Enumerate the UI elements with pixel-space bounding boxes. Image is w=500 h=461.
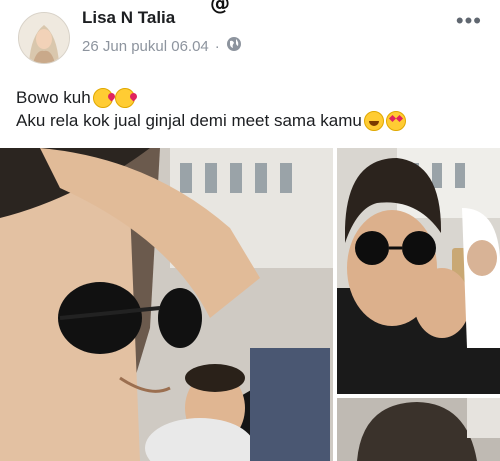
top-right-photo[interactable] bbox=[337, 148, 500, 394]
more-options-button[interactable]: ••• bbox=[456, 8, 482, 34]
kiss-emoji-icon bbox=[92, 87, 113, 108]
heart-eyes-emoji-icon bbox=[385, 110, 406, 131]
author-avatar[interactable] bbox=[18, 12, 70, 64]
post-text-line-2: Aku rela kok jual ginjal demi meet sama … bbox=[16, 109, 406, 132]
text-line-1: Bowo kuh bbox=[16, 88, 91, 107]
main-photo[interactable] bbox=[0, 148, 333, 461]
meta-separator: · bbox=[214, 37, 220, 55]
post-text: Bowo kuh Aku rela kok jual ginjal demi m… bbox=[16, 86, 406, 132]
author-name[interactable]: Lisa N Talia bbox=[82, 8, 175, 28]
post-meta: 26 Jun pukul 06.04 · bbox=[82, 36, 242, 56]
text-line-2: Aku rela kok jual ginjal demi meet sama … bbox=[16, 111, 362, 130]
post-timestamp[interactable]: 26 Jun pukul 06.04 bbox=[82, 38, 209, 55]
photo-grid bbox=[0, 148, 500, 461]
globe-icon bbox=[226, 36, 242, 56]
bottom-right-photo[interactable] bbox=[337, 398, 500, 461]
post-header: Lisa N Talia 26 Jun pukul 06.04 · ••• bbox=[0, 0, 500, 80]
post-text-line-1: Bowo kuh bbox=[16, 86, 406, 109]
kiss-emoji-icon bbox=[114, 87, 135, 108]
laughing-emoji-icon bbox=[363, 110, 384, 131]
